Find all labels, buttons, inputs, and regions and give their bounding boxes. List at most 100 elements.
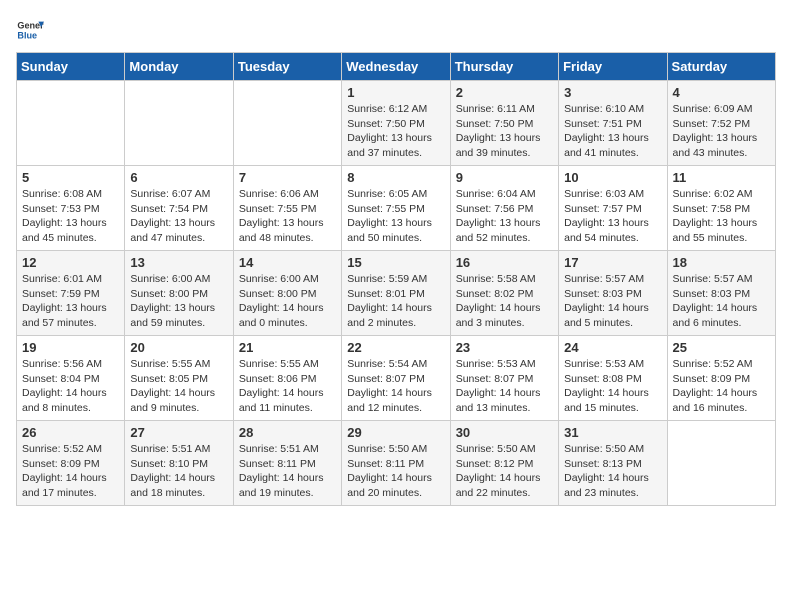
calendar-cell: 12 Sunrise: 6:01 AM Sunset: 7:59 PM Dayli… [17,251,125,336]
calendar-cell: 27 Sunrise: 5:51 AM Sunset: 8:10 PM Dayli… [125,421,233,506]
calendar-cell: 8 Sunrise: 6:05 AM Sunset: 7:55 PM Daylig… [342,166,450,251]
day-info: Sunrise: 5:50 AM Sunset: 8:11 PM Dayligh… [347,442,444,501]
day-number: 19 [22,340,119,355]
calendar-body: 1Sunrise: 6:12 AM Sunset: 7:50 PM Daylig… [17,81,776,506]
day-number: 15 [347,255,444,270]
day-info: Sunrise: 5:55 AM Sunset: 8:05 PM Dayligh… [130,357,227,416]
day-info: Sunrise: 5:52 AM Sunset: 8:09 PM Dayligh… [22,442,119,501]
day-number: 29 [347,425,444,440]
day-number: 11 [673,170,770,185]
svg-text:Blue: Blue [17,30,37,40]
day-info: Sunrise: 5:51 AM Sunset: 8:10 PM Dayligh… [130,442,227,501]
calendar-cell [667,421,775,506]
calendar-cell: 20 Sunrise: 5:55 AM Sunset: 8:05 PM Dayli… [125,336,233,421]
day-info: Sunrise: 5:54 AM Sunset: 8:07 PM Dayligh… [347,357,444,416]
day-number: 12 [22,255,119,270]
calendar-cell: 3 Sunrise: 6:10 AM Sunset: 7:51 PM Daylig… [559,81,667,166]
weekday-header-saturday: Saturday [667,53,775,81]
day-number: 28 [239,425,336,440]
weekday-header-friday: Friday [559,53,667,81]
calendar-cell: 14 Sunrise: 6:00 AM Sunset: 8:00 PM Dayli… [233,251,341,336]
day-number: 5 [22,170,119,185]
day-number: 27 [130,425,227,440]
weekday-header-monday: Monday [125,53,233,81]
day-info: Sunrise: 5:57 AM Sunset: 8:03 PM Dayligh… [673,272,770,331]
calendar-week-2: 5 Sunrise: 6:08 AM Sunset: 7:53 PM Daylig… [17,166,776,251]
day-number: 4 [673,85,770,100]
calendar-cell [17,81,125,166]
calendar-cell: 10Sunrise: 6:03 AM Sunset: 7:57 PM Dayli… [559,166,667,251]
calendar-cell: 18 Sunrise: 5:57 AM Sunset: 8:03 PM Dayli… [667,251,775,336]
day-info: Sunrise: 5:56 AM Sunset: 8:04 PM Dayligh… [22,357,119,416]
day-info: Sunrise: 5:55 AM Sunset: 8:06 PM Dayligh… [239,357,336,416]
day-info: Sunrise: 6:12 AM Sunset: 7:50 PM Dayligh… [347,102,444,161]
weekday-header-wednesday: Wednesday [342,53,450,81]
calendar-cell: 21 Sunrise: 5:55 AM Sunset: 8:06 PM Dayli… [233,336,341,421]
weekday-header-sunday: Sunday [17,53,125,81]
calendar-cell: 11 Sunrise: 6:02 AM Sunset: 7:58 PM Dayli… [667,166,775,251]
day-number: 31 [564,425,661,440]
calendar-week-4: 19 Sunrise: 5:56 AM Sunset: 8:04 PM Dayli… [17,336,776,421]
day-number: 16 [456,255,553,270]
calendar-cell: 25 Sunrise: 5:52 AM Sunset: 8:09 PM Dayli… [667,336,775,421]
day-info: Sunrise: 6:01 AM Sunset: 7:59 PM Dayligh… [22,272,119,331]
day-number: 20 [130,340,227,355]
day-number: 6 [130,170,227,185]
calendar-cell [125,81,233,166]
day-info: Sunrise: 5:58 AM Sunset: 8:02 PM Dayligh… [456,272,553,331]
day-number: 25 [673,340,770,355]
logo: General Blue [16,16,44,44]
calendar-cell: 5 Sunrise: 6:08 AM Sunset: 7:53 PM Daylig… [17,166,125,251]
day-info: Sunrise: 6:04 AM Sunset: 7:56 PM Dayligh… [456,187,553,246]
day-number: 3 [564,85,661,100]
calendar-cell: 15 Sunrise: 5:59 AM Sunset: 8:01 PM Dayli… [342,251,450,336]
calendar-cell: 28 Sunrise: 5:51 AM Sunset: 8:11 PM Dayli… [233,421,341,506]
calendar-cell: 30 Sunrise: 5:50 AM Sunset: 8:12 PM Dayli… [450,421,558,506]
day-number: 8 [347,170,444,185]
day-number: 14 [239,255,336,270]
calendar-cell: 6 Sunrise: 6:07 AM Sunset: 7:54 PM Daylig… [125,166,233,251]
day-info: Sunrise: 6:00 AM Sunset: 8:00 PM Dayligh… [239,272,336,331]
day-info: Sunrise: 5:50 AM Sunset: 8:13 PM Dayligh… [564,442,661,501]
weekday-header-row: SundayMondayTuesdayWednesdayThursdayFrid… [17,53,776,81]
calendar-cell: 29 Sunrise: 5:50 AM Sunset: 8:11 PM Dayli… [342,421,450,506]
day-info: Sunrise: 5:53 AM Sunset: 8:07 PM Dayligh… [456,357,553,416]
calendar-week-5: 26Sunrise: 5:52 AM Sunset: 8:09 PM Dayli… [17,421,776,506]
day-info: Sunrise: 6:11 AM Sunset: 7:50 PM Dayligh… [456,102,553,161]
calendar-cell: 16 Sunrise: 5:58 AM Sunset: 8:02 PM Dayli… [450,251,558,336]
day-info: Sunrise: 6:07 AM Sunset: 7:54 PM Dayligh… [130,187,227,246]
calendar-cell: 17 Sunrise: 5:57 AM Sunset: 8:03 PM Dayli… [559,251,667,336]
day-number: 22 [347,340,444,355]
day-info: Sunrise: 5:51 AM Sunset: 8:11 PM Dayligh… [239,442,336,501]
calendar-week-3: 12 Sunrise: 6:01 AM Sunset: 7:59 PM Dayli… [17,251,776,336]
day-number: 18 [673,255,770,270]
calendar-cell: 31 Sunrise: 5:50 AM Sunset: 8:13 PM Dayli… [559,421,667,506]
day-info: Sunrise: 5:50 AM Sunset: 8:12 PM Dayligh… [456,442,553,501]
day-number: 21 [239,340,336,355]
day-number: 24 [564,340,661,355]
calendar-cell [233,81,341,166]
calendar-cell: 19 Sunrise: 5:56 AM Sunset: 8:04 PM Dayli… [17,336,125,421]
day-number: 30 [456,425,553,440]
day-info: Sunrise: 5:57 AM Sunset: 8:03 PM Dayligh… [564,272,661,331]
calendar-cell: 4 Sunrise: 6:09 AM Sunset: 7:52 PM Daylig… [667,81,775,166]
calendar-table: SundayMondayTuesdayWednesdayThursdayFrid… [16,52,776,506]
day-info: Sunrise: 6:03 AM Sunset: 7:57 PM Dayligh… [564,187,661,246]
weekday-header-tuesday: Tuesday [233,53,341,81]
day-info: Sunrise: 6:05 AM Sunset: 7:55 PM Dayligh… [347,187,444,246]
day-info: Sunrise: 6:08 AM Sunset: 7:53 PM Dayligh… [22,187,119,246]
calendar-cell: 2Sunrise: 6:11 AM Sunset: 7:50 PM Daylig… [450,81,558,166]
day-info: Sunrise: 5:59 AM Sunset: 8:01 PM Dayligh… [347,272,444,331]
day-number: 23 [456,340,553,355]
day-info: Sunrise: 6:09 AM Sunset: 7:52 PM Dayligh… [673,102,770,161]
day-info: Sunrise: 5:52 AM Sunset: 8:09 PM Dayligh… [673,357,770,416]
day-info: Sunrise: 6:02 AM Sunset: 7:58 PM Dayligh… [673,187,770,246]
calendar-cell: 24 Sunrise: 5:53 AM Sunset: 8:08 PM Dayli… [559,336,667,421]
day-number: 17 [564,255,661,270]
day-info: Sunrise: 6:10 AM Sunset: 7:51 PM Dayligh… [564,102,661,161]
day-number: 9 [456,170,553,185]
calendar-cell: 22 Sunrise: 5:54 AM Sunset: 8:07 PM Dayli… [342,336,450,421]
weekday-header-thursday: Thursday [450,53,558,81]
day-number: 13 [130,255,227,270]
day-info: Sunrise: 5:53 AM Sunset: 8:08 PM Dayligh… [564,357,661,416]
